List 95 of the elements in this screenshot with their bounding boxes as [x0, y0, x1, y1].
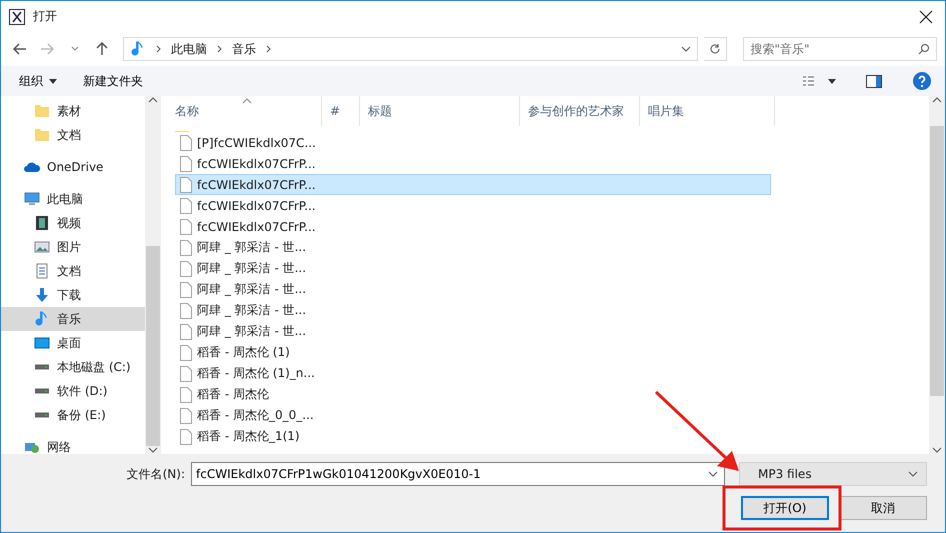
help-button[interactable] — [911, 70, 933, 92]
filename-label: 文件名(N): — [126, 466, 185, 482]
drive-icon — [34, 388, 50, 394]
sidebar-item[interactable]: 桌面 — [1, 331, 145, 355]
file-row[interactable]: 稻香 - 周杰伦 (1) — [175, 342, 771, 363]
scrollbar[interactable] — [929, 96, 945, 454]
sidebar-item[interactable]: 文档 — [1, 123, 145, 147]
film-icon — [34, 215, 50, 231]
dialog-button[interactable]: 打开(O) — [741, 496, 829, 520]
down-arrow-icon — [34, 287, 50, 303]
caret-icon — [49, 78, 57, 84]
scroll-down-icon — [148, 446, 158, 454]
file-row[interactable]: [P]fcCWIEkdlx07C... — [175, 132, 771, 153]
chevron-icon — [217, 45, 222, 53]
back-arrow-icon — [12, 43, 27, 55]
file-row[interactable]: fcCWIEkdlx07CFrP... — [175, 216, 771, 237]
column-header[interactable]: # — [322, 96, 360, 126]
sidebar-item[interactable]: 下载 — [1, 283, 145, 307]
file-icon — [180, 386, 192, 402]
sidebar-item[interactable]: 软件 (D:) — [1, 379, 145, 403]
file-row[interactable]: 阿肆 _ 郭采洁 - 世... — [175, 237, 771, 258]
pane-icon — [866, 74, 882, 88]
file-icon — [180, 198, 192, 214]
file-icon — [180, 344, 192, 360]
scroll-up-icon — [148, 96, 158, 104]
toolbar-button[interactable]: 新建文件夹 — [83, 72, 143, 90]
refresh-icon — [709, 43, 722, 55]
sidebar-item[interactable]: 文档 — [1, 259, 145, 283]
filename-field[interactable]: fcCWIEkdlx07CFrP1wGk01041200KgvX0E010-1 — [191, 462, 725, 486]
search-icon — [918, 43, 930, 55]
file-row[interactable]: fcCWIEkdlx07CFrP... — [175, 195, 771, 216]
file-row[interactable]: 稻香 - 周杰伦_1(1) — [175, 426, 771, 447]
computer-icon — [24, 191, 40, 207]
sidebar-item[interactable]: 音乐 — [1, 307, 145, 331]
file-icon — [180, 240, 192, 256]
file-row[interactable]: fcCWIEkdlx07CFrP... — [175, 174, 771, 195]
desktop-icon — [34, 335, 50, 351]
scroll-up-icon — [932, 96, 942, 104]
column-header[interactable]: 参与创作的艺术家 — [520, 96, 640, 126]
forward-arrow-icon — [40, 43, 54, 55]
file-icon — [180, 218, 192, 234]
file-row[interactable]: 阿肆 _ 郭采洁 - 世... — [175, 300, 771, 321]
sidebar-item[interactable]: 此电脑 — [1, 187, 145, 211]
file-icon — [180, 428, 192, 444]
chevron-icon — [266, 45, 271, 53]
file-row[interactable]: 稻香 - 周杰伦 (1)_n... — [175, 363, 771, 384]
refresh-button[interactable] — [704, 37, 728, 61]
address-bar[interactable]: 此电脑 音乐 — [123, 37, 698, 61]
file-icon — [180, 366, 192, 382]
folder-icon — [34, 127, 50, 143]
file-icon — [180, 324, 192, 340]
file-icon — [180, 282, 192, 298]
file-icon — [180, 302, 192, 318]
close-icon — [919, 10, 933, 24]
file-icon — [180, 134, 192, 150]
search-field[interactable]: 搜索"音乐" — [743, 37, 937, 61]
drive-icon — [34, 412, 50, 418]
breadcrumb[interactable]: 此电脑 — [171, 40, 207, 58]
sidebar-item[interactable]: 备份 (E:) — [1, 403, 145, 427]
scroll-down-icon — [932, 446, 942, 454]
toolbar-button[interactable]: 组织 — [19, 72, 57, 90]
file-type-dropdown[interactable]: MP3 files — [739, 462, 927, 486]
file-row[interactable]: 阿肆 _ 郭采洁 - 世... — [175, 321, 771, 342]
up-arrow-icon — [96, 42, 108, 56]
picture-icon — [34, 239, 50, 255]
breadcrumb[interactable]: 音乐 — [232, 40, 256, 58]
window-title: 打开 — [33, 8, 58, 25]
file-icon — [180, 408, 192, 424]
sidebar-item[interactable]: 素材 — [1, 99, 145, 123]
file-row[interactable]: 稻香 - 周杰伦 — [175, 384, 771, 405]
sidebar-item[interactable]: 本地磁盘 (C:) — [1, 355, 145, 379]
column-header[interactable]: 标题 — [360, 96, 520, 126]
help-icon — [913, 72, 931, 90]
file-row[interactable]: 阿肆 _ 郭采洁 - 世... — [175, 258, 771, 279]
file-icon — [180, 176, 192, 192]
file-row[interactable]: 阿肆 _ 郭采洁 - 世... — [175, 279, 771, 300]
sidebar-item[interactable]: OneDrive — [1, 155, 145, 179]
column-header[interactable]: 名称 — [167, 96, 322, 126]
file-icon — [180, 260, 192, 276]
dialog-button[interactable]: 取消 — [839, 496, 927, 520]
view-list-icon — [802, 75, 836, 87]
sidebar-item[interactable]: 视频 — [1, 211, 145, 235]
chevron-icon — [156, 45, 161, 53]
sidebar-item[interactable]: 图片 — [1, 235, 145, 259]
file-icon — [180, 156, 192, 172]
file-row[interactable]: 稻香 - 周杰伦_0_0_... — [175, 405, 771, 426]
column-header[interactable]: 唱片集 — [640, 96, 775, 126]
folder-icon — [34, 103, 50, 119]
file-row[interactable]: fcCWIEkdlx07CFrP... — [175, 153, 771, 174]
app-icon — [9, 8, 25, 24]
scrollbar[interactable] — [145, 96, 161, 454]
chevron-down-icon — [70, 46, 79, 52]
document-icon — [34, 263, 50, 279]
sidebar-item[interactable]: 网络 — [1, 435, 145, 454]
drive-icon — [34, 364, 50, 370]
